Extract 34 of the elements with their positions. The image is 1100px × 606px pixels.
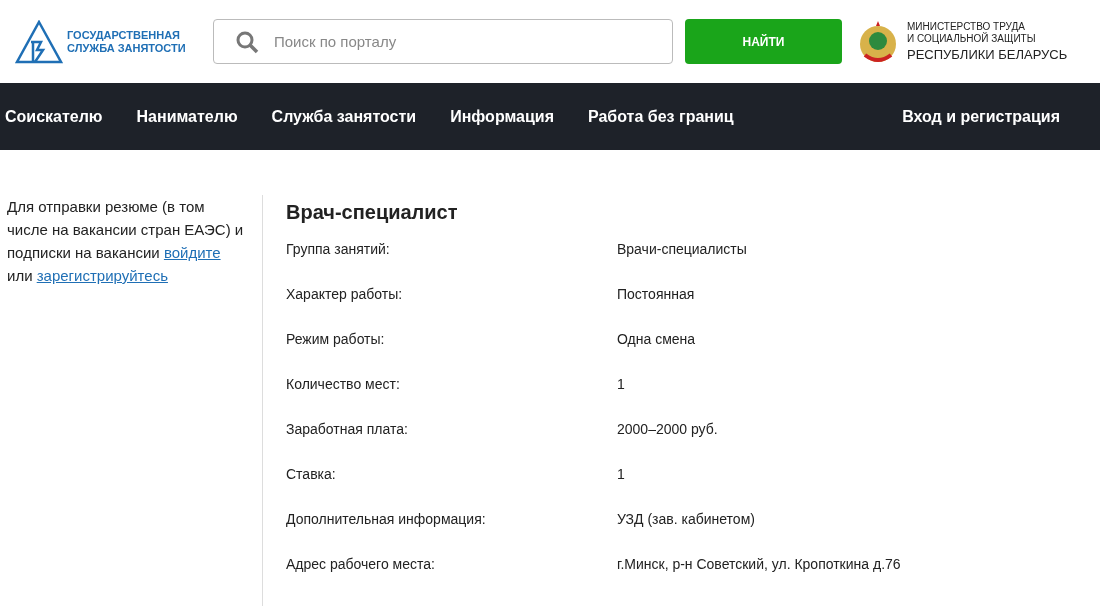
field-value: 1 <box>617 375 625 394</box>
field-label: Группа занятий: <box>286 240 391 259</box>
vacancy-title: Врач-специалист <box>286 200 459 225</box>
field-value: Врачи-специалисты <box>617 240 747 259</box>
nav-link[interactable]: Нанимателю <box>136 104 238 129</box>
field-value: 2000–2000 руб. <box>617 420 718 439</box>
nav-link[interactable]: Служба занятости <box>271 104 417 129</box>
field-label: Дополнительная информация: <box>286 510 487 529</box>
nav-link[interactable]: Информация <box>450 104 554 129</box>
logo-text: СЛУЖБА ЗАНЯТОСТИ <box>67 41 186 55</box>
field-label: Характер работы: <box>286 285 404 304</box>
link[interactable]: войдите <box>163 244 221 261</box>
field-label: Количество мест: <box>286 375 401 394</box>
search-field[interactable]: Поиск по порталу <box>213 19 673 64</box>
field-value: 1 <box>617 465 625 484</box>
field-label: Заработная плата: <box>286 420 409 439</box>
logo-text: ГОСУДАРСТВЕННАЯ <box>67 28 181 42</box>
search-icon <box>235 30 259 54</box>
nav-link[interactable]: Соискателю <box>5 104 103 129</box>
field-value: Постоянная <box>617 285 695 304</box>
login-prompt: Для отправки резюме (в том числе на вакансии стран ЕАЭС) и подписки на вакансии войдите или зарегистрируйтесь <box>7 197 245 286</box>
field-value: г.Минск, р-н Советский, ул. Кропоткина д.76 <box>617 555 901 574</box>
ministry-text: РЕСПУБЛИКИ БЕЛАРУСЬ <box>907 46 1068 63</box>
nav-link[interactable]: Работа без границ <box>588 104 734 129</box>
field-label: Адрес рабочего места: <box>286 555 436 574</box>
field-label: Режим работы: <box>286 330 386 349</box>
field-label: Ставка: <box>286 465 337 484</box>
logo-icon <box>15 19 63 64</box>
ministry-text: МИНИСТЕРСТВО ТРУДА <box>907 20 1026 32</box>
field-value: Одна смена <box>617 330 696 349</box>
login-link[interactable]: Вход и регистрация <box>902 104 1060 129</box>
field-value: УЗД (зав. кабинетом) <box>617 510 755 529</box>
link[interactable]: зарегистрируйтесь <box>36 267 168 284</box>
ministry-text: И СОЦИАЛЬНОЙ ЗАЩИТЫ <box>907 32 1037 45</box>
